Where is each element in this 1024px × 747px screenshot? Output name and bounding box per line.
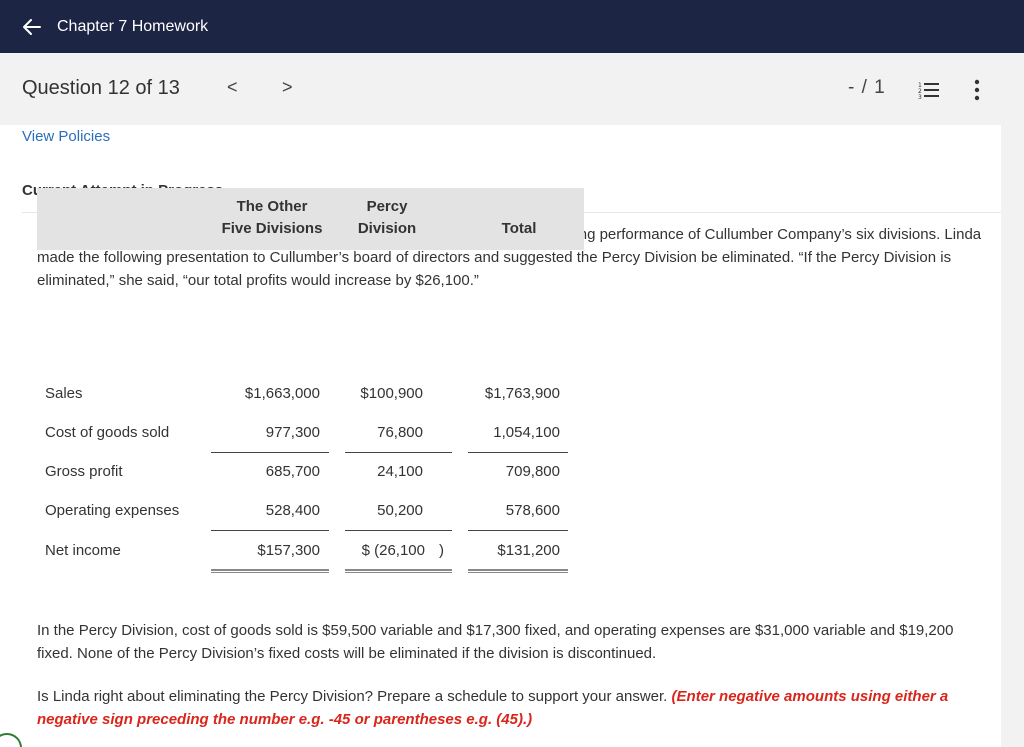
cell-gross-other: 685,700 [265, 463, 320, 480]
cell-net-total: $131,200 [497, 542, 560, 559]
column-header-other-divisions: The Other Five Divisions [221, 198, 323, 237]
cell-net-percy: $ (26,100 [361, 542, 425, 559]
cell-cogs-other: 977,300 [265, 424, 320, 441]
row-label-net-income: Net income [45, 542, 121, 559]
cell-cogs-percy: 76,800 [377, 424, 423, 441]
top-bar: Chapter 7 Homework [0, 0, 1024, 53]
question-label: Question 12 of 13 [22, 77, 180, 99]
column-header-percy: Percy Division [357, 198, 417, 237]
underline [468, 452, 568, 453]
cell-cogs-total: 1,054,100 [493, 424, 560, 441]
row-label-sales: Sales [45, 385, 83, 402]
row-label-cogs: Cost of goods sold [45, 424, 170, 441]
cell-gross-total: 709,800 [505, 463, 560, 480]
cell-gross-percy: 24,100 [377, 463, 423, 480]
cell-net-percy-paren: ) [439, 542, 444, 559]
question-bar: Question 12 of 13 < > - / 1 1 2 3 [0, 53, 1024, 125]
underline [345, 530, 452, 531]
underline [345, 452, 452, 453]
table-header: The Other Five Divisions Percy Division … [37, 188, 584, 250]
cost-details-paragraph: In the Percy Division, cost of goods sol… [37, 622, 954, 662]
double-underline [468, 569, 568, 573]
previous-question-button[interactable]: < [227, 77, 238, 98]
cell-sales-total: $1,763,900 [484, 385, 560, 402]
cell-sales-percy: $100,900 [360, 385, 423, 402]
view-policies-link[interactable]: View Policies [22, 128, 110, 145]
underline [468, 530, 568, 531]
more-options-icon[interactable] [973, 79, 981, 101]
cell-sales-other: $1,663,000 [244, 385, 320, 402]
next-question-button[interactable]: > [282, 77, 293, 98]
underline [211, 452, 329, 453]
cell-opex-other: 528,400 [265, 502, 320, 519]
row-label-gross-profit: Gross profit [45, 463, 123, 480]
question-list-icon[interactable]: 1 2 3 [918, 81, 940, 101]
row-label-operating-expenses: Operating expenses [45, 502, 180, 519]
underline [211, 530, 329, 531]
assignment-title[interactable]: Chapter 7 Homework [57, 18, 208, 36]
double-underline [345, 569, 452, 573]
score-display: - / 1 [848, 77, 886, 98]
cell-opex-total: 578,600 [505, 502, 560, 519]
cell-opex-percy: 50,200 [377, 502, 423, 519]
arrow-left-icon[interactable] [22, 17, 42, 37]
double-underline [211, 569, 329, 573]
column-header-total: Total [501, 220, 537, 237]
cell-net-other: $157,300 [257, 542, 320, 559]
question-prompt: Is Linda right about eliminating the Per… [37, 685, 987, 731]
svg-text:3: 3 [918, 94, 922, 101]
prompt-text: Is Linda right about eliminating the Per… [37, 688, 668, 705]
